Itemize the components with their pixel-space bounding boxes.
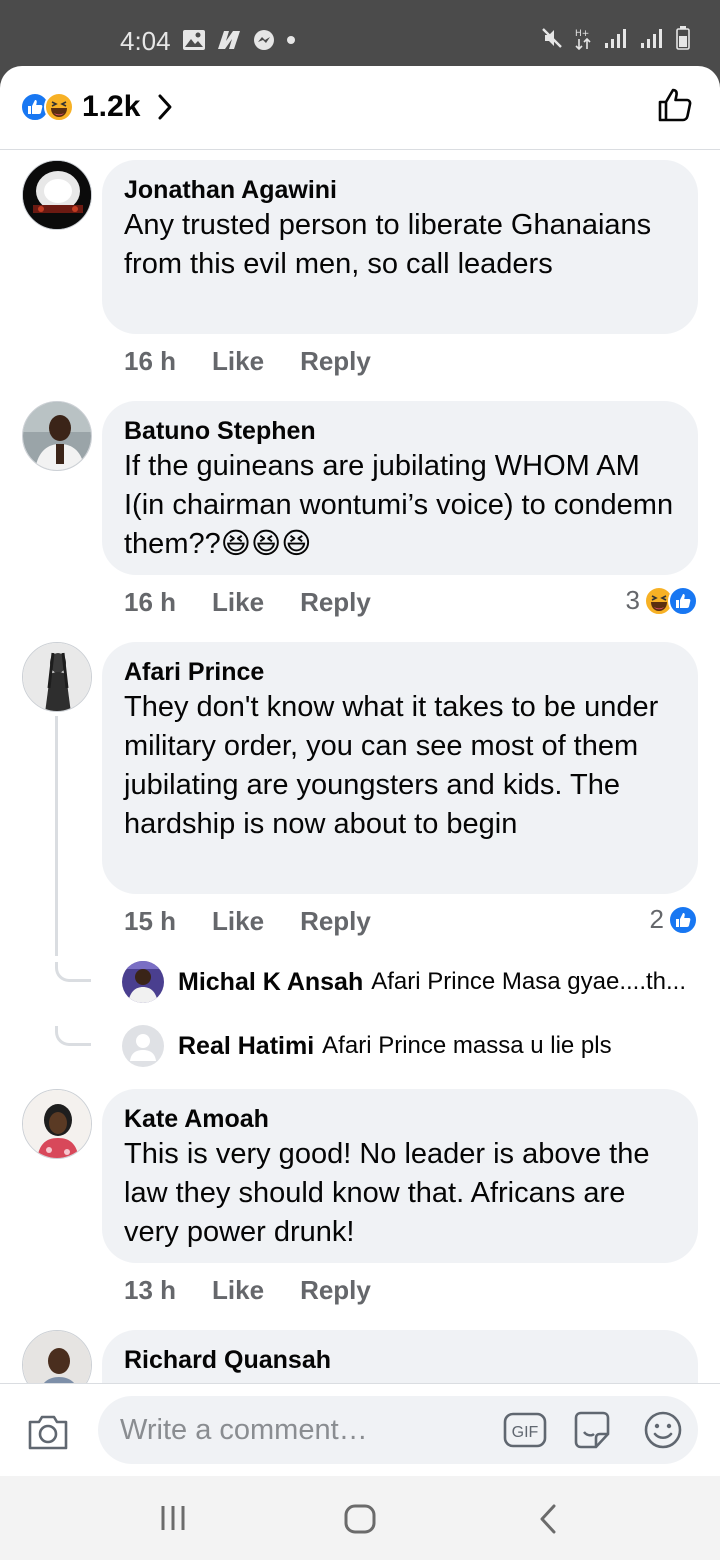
- emoji-icon: [644, 1411, 682, 1449]
- comment-bubble[interactable]: Batuno Stephen If the guineans are jubil…: [102, 401, 698, 575]
- avatar-image: [23, 1090, 91, 1158]
- svg-text:H+: H+: [575, 29, 589, 39]
- back-icon: [540, 1504, 556, 1534]
- camera-button[interactable]: [26, 1412, 70, 1457]
- signal-icon-1: [605, 29, 626, 48]
- comment-bubble[interactable]: Afari Prince They don't know what it tak…: [102, 642, 698, 894]
- comment-author[interactable]: Batuno Stephen: [124, 415, 676, 447]
- home-button[interactable]: [342, 1502, 378, 1541]
- comment-reactions[interactable]: 2: [650, 904, 698, 935]
- comment-author[interactable]: Kate Amoah: [124, 1103, 676, 1135]
- comment-actions: 13 h Like Reply: [124, 1275, 371, 1306]
- like-button[interactable]: Like: [212, 346, 264, 377]
- comment-actions: 15 h Like Reply: [124, 906, 371, 937]
- comment-text: If the guineans are jubilating WHOM AM I…: [124, 450, 674, 560]
- reply-text: Afari Prince Masa gyae....th...: [371, 968, 687, 995]
- comment-reaction-count: 2: [649, 904, 664, 934]
- data-arrows-icon: H+: [575, 29, 591, 50]
- gif-button[interactable]: GIF: [502, 1410, 548, 1455]
- comment-time: 13 h: [124, 1275, 177, 1305]
- comment-bubble[interactable]: Jonathan Agawini Any trusted person to l…: [102, 160, 698, 334]
- reply-button[interactable]: Reply: [300, 346, 371, 377]
- thread-line: [55, 716, 58, 956]
- messenger-icon: [254, 30, 274, 50]
- sticker-icon: [574, 1411, 610, 1449]
- comment-reaction-count: 3: [625, 585, 640, 615]
- recent-apps-icon: [161, 1506, 185, 1530]
- default-avatar-icon: [122, 1025, 164, 1067]
- like-post-button[interactable]: [656, 86, 694, 129]
- comment-time: 16 h: [124, 346, 177, 376]
- avatar-image: [23, 643, 91, 711]
- comment-text: This is very good! No leader is above th…: [124, 1138, 650, 1248]
- news-app-icon: [218, 31, 240, 49]
- avatar-image: [122, 961, 164, 1003]
- comment-author[interactable]: Afari Prince: [124, 656, 676, 688]
- chevron-right-icon: [158, 94, 172, 120]
- avatar-image: [23, 402, 91, 470]
- comment-placeholder: Write a comment…: [120, 1414, 368, 1446]
- reply-button[interactable]: Reply: [300, 1275, 371, 1306]
- home-icon: [344, 1504, 376, 1534]
- like-button[interactable]: Like: [212, 587, 264, 618]
- avatar[interactable]: [22, 160, 92, 230]
- thread-connector: [55, 1026, 91, 1046]
- reactions-summary[interactable]: 1.2k: [20, 90, 174, 124]
- comment-input[interactable]: Write a comment… GIF: [98, 1396, 698, 1464]
- comment-author[interactable]: Richard Quansah: [124, 1344, 676, 1376]
- emoji-button[interactable]: [642, 1410, 684, 1455]
- system-navigation-bar: [0, 1476, 720, 1560]
- gif-icon: GIF: [503, 1412, 547, 1448]
- like-reaction-icon: [668, 585, 698, 616]
- back-button[interactable]: [534, 1502, 562, 1541]
- status-system-icons: H+: [540, 26, 690, 50]
- camera-icon: [28, 1415, 68, 1450]
- reply-button[interactable]: Reply: [300, 906, 371, 937]
- comments-sheet: 1.2k Jonathan Agawini Any trusted person…: [0, 66, 720, 1476]
- reply-author[interactable]: Michal K Ansah: [178, 968, 363, 997]
- thread-connector: [55, 962, 91, 982]
- reaction-count: 1.2k: [82, 90, 141, 123]
- battery-icon: [676, 26, 690, 50]
- svg-text:GIF: GIF: [512, 1424, 539, 1441]
- status-time: 4:04: [120, 26, 171, 56]
- dot-icon: [287, 36, 295, 44]
- reply-preview[interactable]: Michal K Ansah Afari Prince Masa gyae...…: [122, 960, 702, 1004]
- haha-reaction-icon: [44, 92, 74, 122]
- comment-composer: Write a comment… GIF: [0, 1383, 720, 1476]
- comment-time: 15 h: [124, 906, 177, 936]
- reply-preview[interactable]: Real Hatimi Afari Prince massa u lie pls: [122, 1024, 702, 1068]
- like-button[interactable]: Like: [212, 906, 264, 937]
- comment-time: 16 h: [124, 587, 177, 617]
- comment-text: They don't know what it takes to be unde…: [124, 691, 659, 840]
- comment-actions: 16 h Like Reply: [124, 346, 371, 377]
- mute-icon: [542, 28, 562, 48]
- comment-reactions[interactable]: 3: [626, 585, 698, 616]
- avatar[interactable]: [22, 642, 92, 712]
- thumbs-up-icon: [658, 88, 692, 122]
- comment-author[interactable]: Jonathan Agawini: [124, 174, 676, 206]
- reply-button[interactable]: Reply: [300, 587, 371, 618]
- comment-text: Any trusted person to liberate Ghanaians…: [124, 209, 652, 280]
- avatar: [122, 961, 164, 1003]
- recent-apps-button[interactable]: [158, 1502, 188, 1539]
- avatar[interactable]: [22, 1089, 92, 1159]
- gallery-icon: [183, 30, 205, 50]
- signal-icon-2: [641, 29, 662, 48]
- avatar[interactable]: [22, 401, 92, 471]
- reply-author[interactable]: Real Hatimi: [178, 1032, 314, 1061]
- like-reaction-icon: [668, 904, 698, 935]
- like-button[interactable]: Like: [212, 1275, 264, 1306]
- comment-bubble[interactable]: Kate Amoah This is very good! No leader …: [102, 1089, 698, 1263]
- reply-text: Afari Prince massa u lie pls: [322, 1032, 612, 1059]
- reactions-header: 1.2k: [0, 66, 720, 150]
- status-notification-icons: [182, 28, 296, 52]
- avatar-image: [23, 161, 91, 229]
- comment-actions: 16 h Like Reply: [124, 587, 371, 618]
- sticker-button[interactable]: [570, 1410, 614, 1455]
